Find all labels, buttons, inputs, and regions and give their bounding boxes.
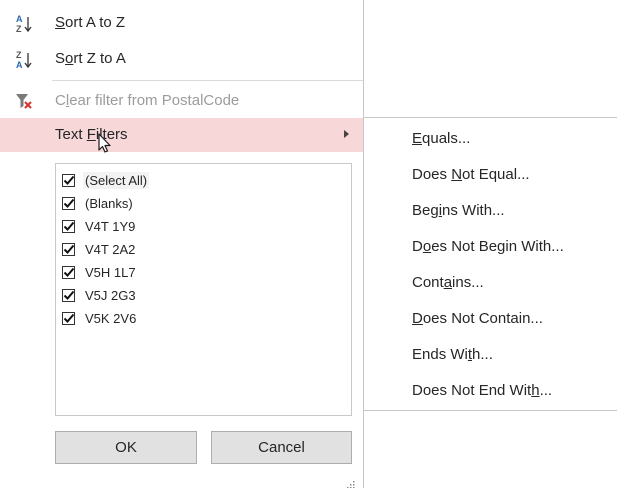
clear-filter-menu-item[interactable]: Clear filter from PostalCode (0, 84, 363, 118)
checkbox[interactable] (62, 196, 75, 210)
menu-separator (52, 80, 363, 81)
list-item-label: V4T 1Y9 (85, 218, 136, 234)
list-item[interactable]: V4T 1Y9 (62, 215, 135, 237)
checkbox[interactable] (62, 219, 75, 233)
submenu-item-equals[interactable]: Equals... (412, 130, 470, 154)
text-filters-submenu: Equals... Does Not Equal... Begins With.… (364, 117, 617, 411)
ok-button[interactable]: OK (55, 431, 197, 464)
list-item-select-all[interactable]: (Select All) (62, 169, 150, 191)
list-item-label: (Select All) (83, 171, 150, 189)
list-item-label: V5K 2V6 (85, 310, 137, 326)
submenu-item-begins-with[interactable]: Begins With... (412, 202, 505, 226)
checkbox[interactable] (62, 265, 75, 279)
checkbox[interactable] (62, 173, 75, 187)
sort-a-to-z-menu-item[interactable]: A Z Sort A to Z (0, 6, 363, 40)
text-filters-menu-item[interactable]: Text Filters (0, 118, 363, 152)
svg-text:A: A (16, 60, 23, 70)
checkbox[interactable] (62, 311, 75, 325)
filter-menu: A Z Sort A to Z Z A Sort Z to A Clear fi… (0, 0, 364, 488)
mouse-pointer-icon (90, 128, 118, 158)
clear-filter-label: Clear filter from PostalCode (55, 92, 240, 109)
list-item[interactable]: (Blanks) (62, 192, 133, 214)
checkbox[interactable] (62, 288, 75, 302)
checkbox[interactable] (62, 242, 75, 256)
svg-text:A: A (16, 14, 23, 24)
submenu-item-contains[interactable]: Contains... (412, 274, 484, 298)
list-item-label: (Blanks) (85, 195, 133, 211)
list-item-label: V4T 2A2 (85, 241, 136, 257)
filter-values-list[interactable]: (Select All) (Blanks) V4T 1Y9 V4T 2A2 V5… (55, 163, 352, 416)
resize-grip-icon[interactable] (347, 476, 355, 488)
list-item-label: V5H 1L7 (85, 264, 136, 280)
list-item[interactable]: V5J 2G3 (62, 284, 136, 306)
sort-a-to-z-icon: A Z (14, 13, 34, 34)
sort-z-to-a-icon: Z A (14, 49, 34, 70)
submenu-item-ends-with[interactable]: Ends With... (412, 346, 493, 370)
sort-z-to-a-menu-item[interactable]: Z A Sort Z to A (0, 42, 363, 76)
cancel-button[interactable]: Cancel (211, 431, 352, 464)
clear-filter-icon (14, 91, 34, 111)
svg-text:Z: Z (16, 24, 22, 34)
sort-z-to-a-label: Sort Z to A (55, 50, 126, 67)
svg-text:Z: Z (16, 50, 22, 60)
list-item-label: V5J 2G3 (85, 287, 136, 303)
submenu-item-does-not-contain[interactable]: Does Not Contain... (412, 310, 543, 334)
list-item[interactable]: V5H 1L7 (62, 261, 136, 283)
submenu-item-does-not-begin-with[interactable]: Does Not Begin With... (412, 238, 564, 262)
sort-a-to-z-label: Sort A to Z (55, 14, 126, 31)
list-item[interactable]: V4T 2A2 (62, 238, 135, 260)
submenu-item-does-not-equal[interactable]: Does Not Equal... (412, 166, 530, 190)
chevron-right-icon (344, 130, 349, 138)
autofilter-dropdown: A Z Sort A to Z Z A Sort Z to A Clear fi… (0, 0, 617, 488)
list-item[interactable]: V5K 2V6 (62, 307, 136, 329)
submenu-item-does-not-end-with[interactable]: Does Not End With... (412, 382, 552, 406)
